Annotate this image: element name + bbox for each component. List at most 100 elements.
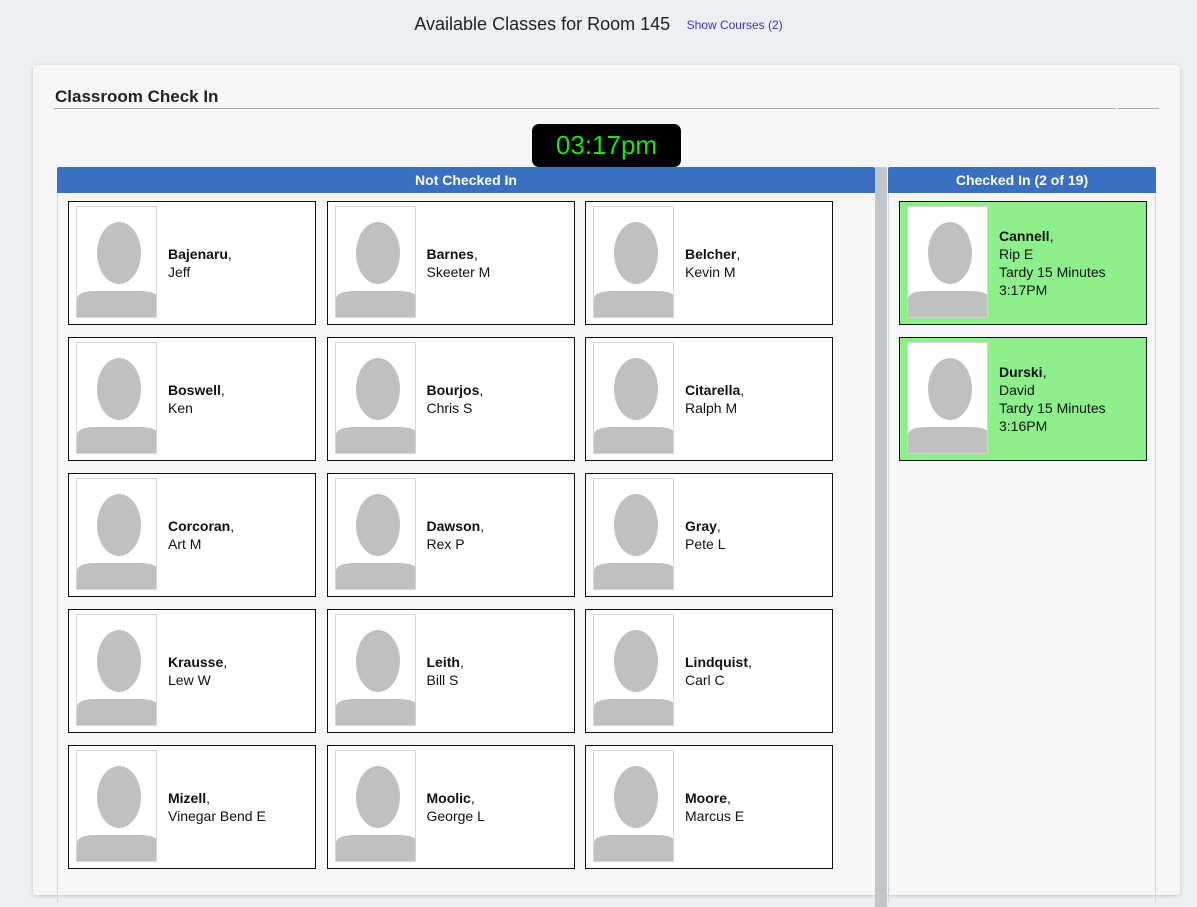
panel-heading: Classroom Check In [55, 87, 219, 106]
student-first-name: Ken [168, 400, 193, 416]
page-header: Available Classes for Room 145 Show Cour… [0, 14, 1197, 35]
student-first-name: Rex P [426, 536, 465, 552]
person-silhouette-icon [593, 614, 674, 726]
student-name-line: Moolic, [426, 790, 475, 806]
student-name-line: Gray, [685, 518, 721, 534]
student-name-line: Dawson, [426, 518, 485, 534]
student-info: Mizell, Vinegar Bend E [168, 746, 313, 868]
student-name-line: Barnes, [426, 246, 478, 262]
not-checked-in-list: Bajenaru, Jeff Barnes, Skeeter M Belcher, Kev… [57, 193, 875, 903]
person-silhouette-icon [76, 342, 157, 454]
student-card[interactable]: Gray, Pete L [585, 473, 833, 597]
student-last-name: Bourjos [426, 382, 480, 398]
person-silhouette-icon [76, 750, 157, 862]
student-info: Bourjos, Chris S [427, 338, 572, 460]
person-silhouette-icon [334, 206, 416, 318]
student-card[interactable]: Moore, Marcus E [585, 745, 833, 869]
student-card[interactable]: Mizell, Vinegar Bend E [68, 745, 316, 869]
show-courses-link[interactable]: Show Courses (2) [687, 18, 783, 32]
student-first-name: Ralph M [685, 400, 738, 416]
student-last-name: Corcoran [168, 518, 231, 534]
student-last-name: Lindquist [685, 654, 748, 670]
student-name-line: Moore, [685, 790, 731, 806]
student-card[interactable]: Citarella, Ralph M [585, 337, 833, 461]
student-name-line: Citarella, [685, 382, 745, 398]
student-last-name: Citarella [685, 382, 741, 398]
check-in-time: 3:16PM [999, 418, 1048, 434]
student-info: Gray, Pete L [685, 474, 830, 596]
student-last-name: Mizell [168, 790, 207, 806]
person-silhouette-icon [593, 478, 674, 590]
student-first-name: Chris S [426, 400, 473, 416]
student-name-line: Boswell, [168, 382, 225, 398]
student-first-name: David [999, 382, 1035, 398]
student-card[interactable]: Moolic, George L [326, 745, 575, 869]
student-name-line: Krausse, [168, 654, 228, 670]
person-silhouette-icon [334, 750, 416, 862]
column-divider-scrollbar[interactable] [875, 167, 887, 907]
student-last-name: Durski [999, 364, 1043, 380]
student-card[interactable]: Boswell, Ken [68, 337, 316, 461]
person-silhouette-icon [334, 478, 416, 590]
check-in-status: Tardy 15 Minutes [999, 264, 1106, 280]
person-silhouette-icon [593, 342, 674, 454]
student-info: Cannell, Rip E Tardy 15 Minutes 3:17PM [999, 202, 1144, 324]
student-info: Bajenaru, Jeff [168, 202, 313, 324]
student-card[interactable]: Dawson, Rex P [326, 473, 575, 597]
student-last-name: Belcher [685, 246, 737, 262]
student-card[interactable]: Belcher, Kevin M [585, 201, 833, 325]
student-card[interactable]: Bourjos, Chris S [326, 337, 575, 461]
student-card[interactable]: Bajenaru, Jeff [68, 201, 316, 325]
page-title: Available Classes for Room 145 [414, 14, 671, 34]
student-name-line: Bajenaru, [168, 246, 232, 262]
student-last-name: Dawson [426, 518, 481, 534]
student-last-name: Moolic [426, 790, 471, 806]
student-card[interactable]: Barnes, Skeeter M [326, 201, 575, 325]
student-last-name: Leith [426, 654, 460, 670]
student-last-name: Cannell [999, 228, 1050, 244]
check-in-panel: Classroom Check In 03:17pm Not Checked I… [33, 65, 1180, 907]
not-checked-in-header: Not Checked In [57, 167, 875, 193]
student-first-name: Pete L [685, 536, 726, 552]
student-info: Boswell, Ken [168, 338, 313, 460]
student-name-line: Cannell, [999, 228, 1054, 244]
heading-divider-right [1118, 108, 1159, 109]
student-last-name: Boswell [168, 382, 221, 398]
student-card[interactable]: Leith, Bill S [326, 609, 575, 733]
student-info: Durski, David Tardy 15 Minutes 3:16PM [999, 338, 1144, 460]
student-name-line: Corcoran, [168, 518, 235, 534]
student-last-name: Krausse [168, 654, 224, 670]
checked-in-student-card[interactable]: Durski, David Tardy 15 Minutes 3:16PM [899, 337, 1147, 461]
student-name-line: Durski, [999, 364, 1047, 380]
person-silhouette-icon [76, 614, 157, 726]
student-info: Moolic, George L [427, 746, 572, 868]
person-silhouette-icon [593, 206, 674, 318]
student-last-name: Moore [685, 790, 727, 806]
student-name-line: Lindquist, [685, 654, 752, 670]
checked-in-student-card[interactable]: Cannell, Rip E Tardy 15 Minutes 3:17PM [899, 201, 1147, 325]
student-card[interactable]: Krausse, Lew W [68, 609, 316, 733]
student-card[interactable]: Corcoran, Art M [68, 473, 316, 597]
student-card[interactable]: Lindquist, Carl C [585, 609, 833, 733]
student-name-line: Leith, [426, 654, 464, 670]
student-first-name: Jeff [168, 264, 191, 280]
student-name-line: Belcher, [685, 246, 741, 262]
student-info: Krausse, Lew W [168, 610, 313, 732]
student-first-name: Marcus E [685, 808, 745, 824]
student-first-name: Vinegar Bend E [168, 808, 266, 824]
student-first-name: Art M [168, 536, 202, 552]
student-info: Dawson, Rex P [427, 474, 572, 596]
student-info: Corcoran, Art M [168, 474, 313, 596]
student-info: Leith, Bill S [427, 610, 572, 732]
check-in-time: 3:17PM [999, 282, 1048, 298]
person-silhouette-icon [593, 750, 674, 862]
checked-in-list: Cannell, Rip E Tardy 15 Minutes 3:17PM Dursk… [888, 193, 1156, 903]
person-silhouette-icon [907, 206, 988, 318]
student-first-name: Kevin M [685, 264, 736, 280]
student-first-name: George L [426, 808, 485, 824]
student-info: Citarella, Ralph M [685, 338, 830, 460]
student-first-name: Rip E [999, 246, 1034, 262]
check-in-status: Tardy 15 Minutes [999, 400, 1106, 416]
student-first-name: Lew W [168, 672, 211, 688]
checked-in-header: Checked In (2 of 19) [888, 167, 1156, 193]
